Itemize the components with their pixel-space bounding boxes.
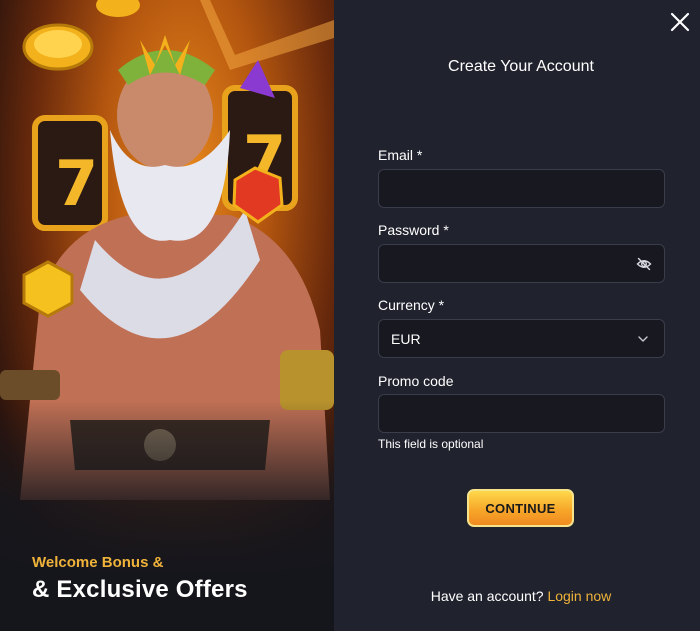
email-label: Email *: [378, 147, 423, 163]
currency-select[interactable]: EUR: [378, 319, 665, 358]
promo-code-label: Promo code: [378, 373, 454, 389]
close-icon[interactable]: [670, 12, 690, 32]
signup-modal: 7 7 Welcome Bonus & & Exclusive Offers C…: [0, 0, 700, 631]
email-input[interactable]: [391, 180, 652, 197]
form-title: Create Your Account: [448, 58, 594, 75]
password-input[interactable]: [391, 255, 636, 272]
continue-button[interactable]: CONTINUE: [467, 489, 574, 527]
promo-subtitle: Welcome Bonus &: [32, 554, 164, 571]
password-label: Password *: [378, 222, 449, 238]
have-account-text: Have an account?: [430, 588, 544, 604]
currency-selected-value: EUR: [391, 330, 421, 347]
form-panel: Create Your Account Email * Password * C…: [334, 0, 700, 631]
eye-off-icon[interactable]: [636, 256, 652, 272]
chevron-down-icon: [638, 335, 648, 342]
svg-text:7: 7: [55, 147, 98, 220]
promo-code-input[interactable]: [391, 405, 652, 422]
currency-dropdown-toggle[interactable]: [634, 330, 652, 348]
promo-panel: 7 7 Welcome Bonus & & Exclusive Offers: [0, 0, 334, 631]
login-link[interactable]: Login now: [547, 588, 611, 604]
toggle-password-visibility-button[interactable]: [635, 255, 652, 273]
password-field[interactable]: [378, 244, 665, 283]
login-prompt: Have an account? Login now: [334, 588, 700, 604]
promo-title: & Exclusive Offers: [32, 576, 248, 603]
currency-label: Currency *: [378, 297, 445, 313]
email-field[interactable]: [378, 169, 665, 208]
promo-code-hint: This field is optional: [378, 437, 484, 451]
promo-code-field[interactable]: [378, 394, 665, 433]
close-button[interactable]: [668, 10, 692, 34]
